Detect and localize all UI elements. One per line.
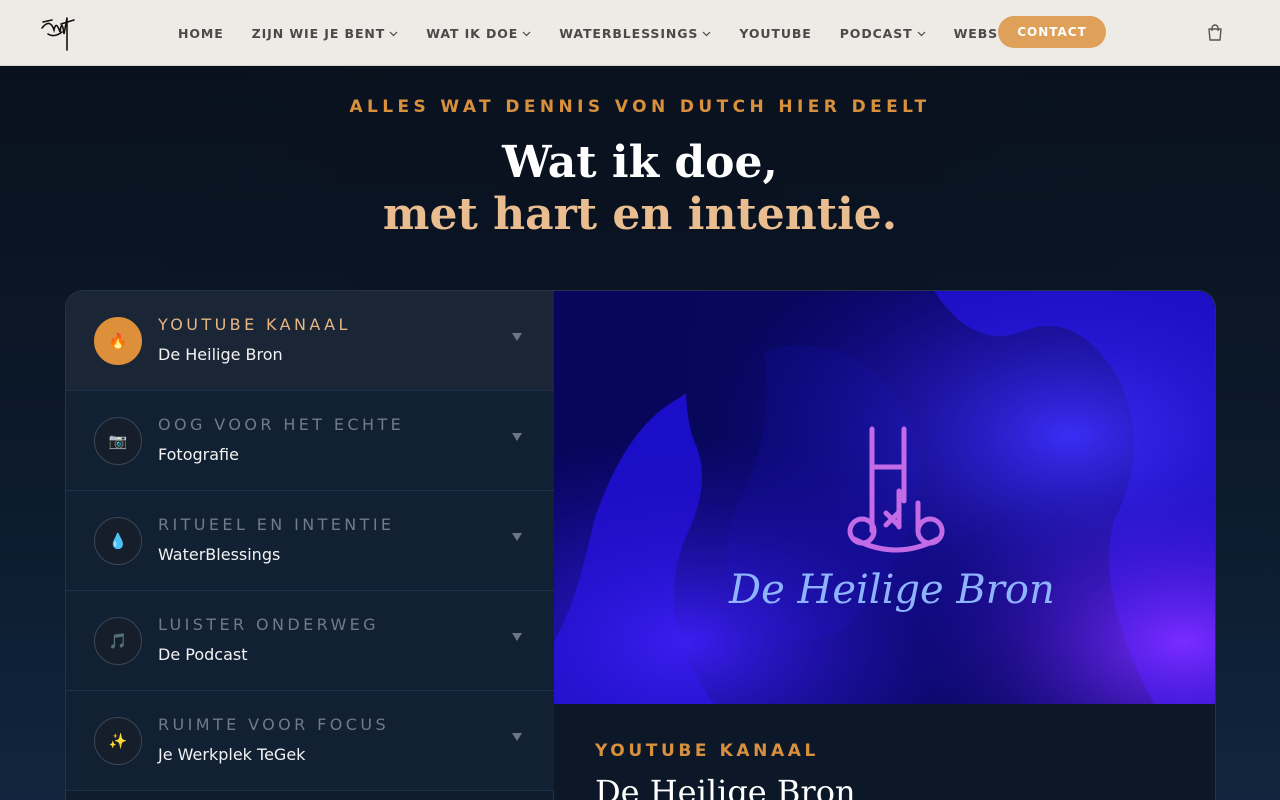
chevron-down-icon bbox=[522, 31, 531, 36]
menu-item-wat-ik-doe[interactable]: WAT IK DOE bbox=[426, 26, 531, 41]
hero-title-line1: Wat ik doe, bbox=[502, 137, 778, 188]
menu-item-zijn-wie-je-bent[interactable]: ZIJN WIE JE BENT bbox=[252, 26, 399, 41]
feature-title: De Heilige Bron bbox=[595, 773, 856, 800]
chevron-down-icon bbox=[917, 31, 926, 36]
caret-down-icon bbox=[512, 633, 522, 641]
hero-eyebrow: ALLES WAT DENNIS VON DUTCH HIER DEELT bbox=[349, 97, 931, 117]
music-note-icon: 🎵 bbox=[94, 617, 142, 665]
shopping-bag-icon[interactable] bbox=[1205, 23, 1225, 43]
accordion-label: WaterBlessings bbox=[158, 545, 281, 564]
chevron-down-icon bbox=[389, 31, 398, 36]
accordion-item-werkplek[interactable]: ✨ RUIMTE VOOR FOCUS Je Werkplek TeGek bbox=[66, 691, 554, 791]
accordion-label: Fotografie bbox=[158, 445, 239, 464]
feature-kicker: YOUTUBE KANAAL bbox=[595, 741, 819, 761]
accordion-kicker: RITUEEL EN INTENTIE bbox=[158, 515, 395, 534]
contact-button[interactable]: CONTACT bbox=[998, 16, 1106, 48]
camera-icon: 📷 bbox=[94, 417, 142, 465]
accordion-kicker: RUIMTE VOOR FOCUS bbox=[158, 715, 390, 734]
water-drop-icon: 💧 bbox=[94, 517, 142, 565]
feature-image-caption: De Heilige Bron bbox=[728, 567, 1055, 613]
accordion-item-waterblessings[interactable]: 💧 RITUEEL EN INTENTIE WaterBlessings bbox=[66, 491, 554, 591]
hero-title-line2: met hart en intentie. bbox=[382, 189, 898, 240]
menu-item-home[interactable]: HOME bbox=[178, 26, 224, 41]
sparkles-icon: ✨ bbox=[94, 717, 142, 765]
main-menu: HOME ZIJN WIE JE BENT WAT IK DOE WATERBL… bbox=[178, 0, 1072, 66]
accordion-item-youtube[interactable]: 🔥 YOUTUBE KANAAL De Heilige Bron bbox=[66, 291, 554, 391]
accordion-item-podcast[interactable]: 🎵 LUISTER ONDERWEG De Podcast bbox=[66, 591, 554, 691]
caret-down-icon bbox=[512, 333, 522, 341]
site-header: HOME ZIJN WIE JE BENT WAT IK DOE WATERBL… bbox=[0, 0, 1280, 66]
accordion-label: De Heilige Bron bbox=[158, 345, 283, 364]
services-accordion: 🔥 YOUTUBE KANAAL De Heilige Bron 📷 OOG V… bbox=[66, 291, 554, 800]
feature-detail: De Heilige Bron YOUTUBE KANAAL De Heilig… bbox=[554, 291, 1216, 800]
accordion-kicker: LUISTER ONDERWEG bbox=[158, 615, 379, 634]
accordion-label: Je Werkplek TeGek bbox=[158, 745, 306, 764]
fire-icon: 🔥 bbox=[94, 317, 142, 365]
logo-signature-icon[interactable] bbox=[40, 14, 76, 52]
menu-item-waterblessings[interactable]: WATERBLESSINGS bbox=[559, 26, 711, 41]
services-panel: 🔥 YOUTUBE KANAAL De Heilige Bron 📷 OOG V… bbox=[65, 290, 1216, 800]
accordion-item-fotografie[interactable]: 📷 OOG VOOR HET ECHTE Fotografie bbox=[66, 391, 554, 491]
caret-down-icon bbox=[512, 733, 522, 741]
accordion-kicker: YOUTUBE KANAAL bbox=[158, 315, 351, 334]
chevron-down-icon bbox=[702, 31, 711, 36]
menu-item-youtube[interactable]: YOUTUBE bbox=[739, 26, 811, 41]
menu-item-podcast[interactable]: PODCAST bbox=[840, 26, 926, 41]
caret-down-icon bbox=[512, 433, 522, 441]
accordion-kicker: OOG VOOR HET ECHTE bbox=[158, 415, 405, 434]
caret-down-icon bbox=[512, 533, 522, 541]
accordion-label: De Podcast bbox=[158, 645, 248, 664]
feature-image[interactable]: De Heilige Bron bbox=[554, 291, 1216, 704]
